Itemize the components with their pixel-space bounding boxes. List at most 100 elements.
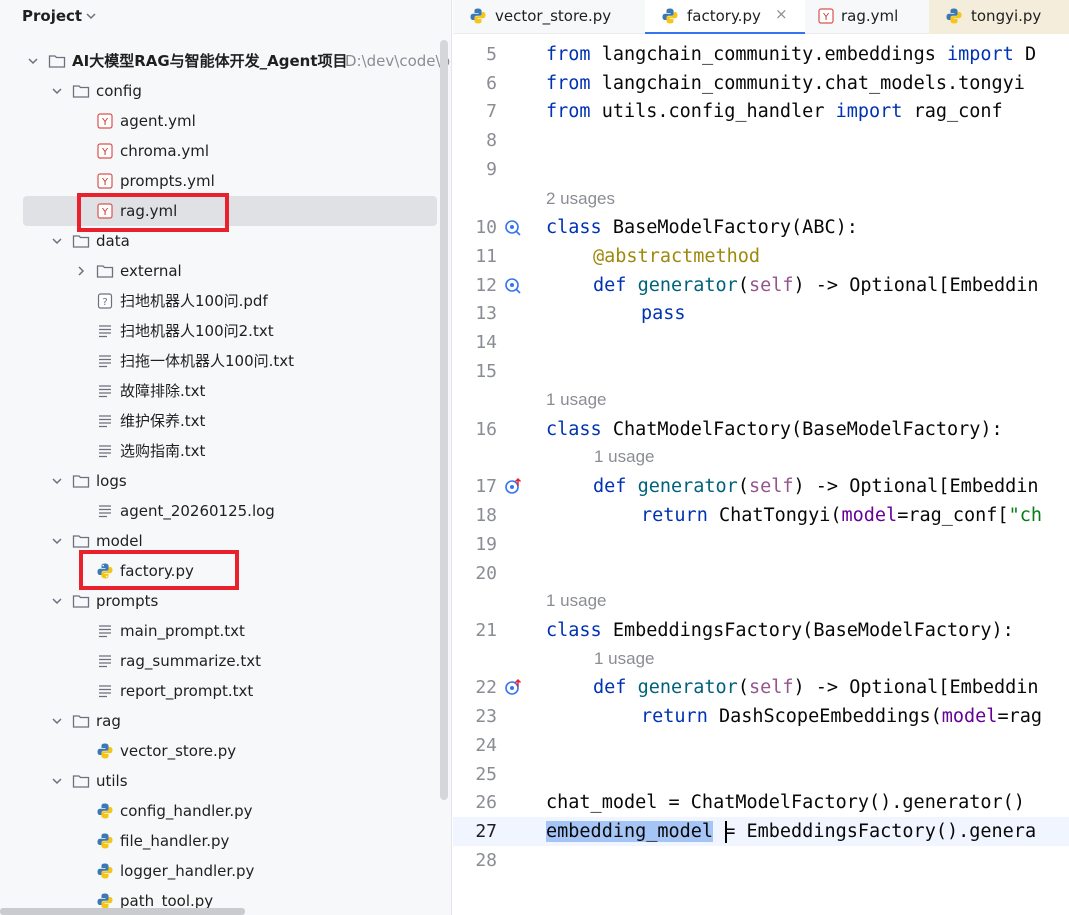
tree-item-prompts-yml[interactable]: Y prompts.yml bbox=[0, 166, 440, 196]
line-number: 17 bbox=[475, 476, 497, 497]
line-number: 12 bbox=[475, 275, 497, 296]
tree-item-model[interactable]: model bbox=[0, 526, 440, 556]
usages-hint[interactable]: 1 usage bbox=[594, 445, 655, 469]
code-line: def generator(self) -> Optional[Embeddin bbox=[593, 673, 1039, 702]
implemented-method-icon[interactable] bbox=[503, 218, 523, 238]
line-number: 20 bbox=[475, 563, 497, 584]
folder-icon bbox=[96, 265, 114, 278]
code-token: ChatTongyi( bbox=[707, 505, 842, 526]
chevron-down-icon[interactable] bbox=[51, 595, 63, 607]
chevron-down-icon[interactable] bbox=[51, 85, 63, 97]
tree-item-root[interactable]: AI大模型RAG与智能体开发_Agent项目 D:\dev\code\p bbox=[0, 46, 450, 76]
line-number-gutter[interactable]: 5 6 7 8 9 10 11 12 13 14 15 16 17 18 19 … bbox=[453, 40, 543, 915]
tree-item-utils[interactable]: utils bbox=[0, 766, 440, 796]
text-file-icon bbox=[99, 355, 111, 368]
chevron-down-icon[interactable] bbox=[51, 535, 63, 547]
tree-item-chroma-yml[interactable]: Y chroma.yml bbox=[0, 136, 440, 166]
usages-hint[interactable]: 1 usage bbox=[546, 388, 607, 412]
usages-hint[interactable]: 2 usages bbox=[546, 187, 615, 211]
usages-hint[interactable]: 1 usage bbox=[594, 647, 655, 671]
tree-item-txt[interactable]: 维护保养.txt bbox=[0, 406, 440, 436]
tree-item-file-handler[interactable]: file_handler.py bbox=[0, 826, 440, 856]
chevron-down-icon[interactable] bbox=[51, 775, 63, 787]
tab-label: vector_store.py bbox=[495, 7, 612, 25]
chevron-down-icon[interactable] bbox=[51, 235, 63, 247]
chevron-down-icon[interactable] bbox=[51, 475, 63, 487]
keyword: from bbox=[546, 101, 591, 122]
python-file-icon bbox=[97, 743, 113, 759]
line-number: 26 bbox=[475, 792, 497, 813]
tab-tongyi-py[interactable]: tongyi.py bbox=[929, 0, 1069, 34]
line-number: 15 bbox=[475, 361, 497, 382]
code-line: def generator(self) -> Optional[Embeddin bbox=[593, 472, 1039, 501]
tree-item-pdf[interactable]: ? 扫地机器人100问.pdf bbox=[0, 286, 440, 316]
implemented-method-icon[interactable] bbox=[503, 276, 523, 296]
tab-rag-yml[interactable]: Y rag.yml bbox=[807, 0, 927, 34]
tree-item-rag-summarize[interactable]: rag_summarize.txt bbox=[0, 646, 440, 676]
project-vertical-scrollbar[interactable] bbox=[440, 40, 448, 800]
root-folder-label: AI大模型RAG与智能体开发_Agent项目 bbox=[72, 52, 348, 70]
keyword: from bbox=[546, 73, 591, 94]
folder-label: utils bbox=[96, 772, 128, 790]
tree-item-vector-store[interactable]: vector_store.py bbox=[0, 736, 440, 766]
line-number: 10 bbox=[475, 217, 497, 238]
code-token: BaseModelFactory(ABC): bbox=[601, 217, 858, 238]
tree-item-log-file[interactable]: agent_20260125.log bbox=[0, 496, 440, 526]
tree-item-config-handler[interactable]: config_handler.py bbox=[0, 796, 440, 826]
code-area[interactable]: from langchain_community.embeddings impo… bbox=[546, 40, 1069, 915]
tree-item-txt[interactable]: 扫地机器人100问2.txt bbox=[0, 316, 440, 346]
text-file-icon bbox=[99, 415, 111, 428]
close-icon[interactable]: × bbox=[775, 5, 788, 23]
tree-item-report-prompt[interactable]: report_prompt.txt bbox=[0, 676, 440, 706]
code-line-current: embedding_model = EmbeddingsFactory().ge… bbox=[546, 817, 1036, 846]
file-label: 扫地机器人100问2.txt bbox=[120, 322, 274, 340]
keyword: import bbox=[835, 101, 903, 122]
folder-icon bbox=[72, 535, 90, 548]
tree-item-txt[interactable]: 故障排除.txt bbox=[0, 376, 440, 406]
folder-label: rag bbox=[96, 712, 121, 730]
tree-item-main-prompt[interactable]: main_prompt.txt bbox=[0, 616, 440, 646]
text-file-icon bbox=[99, 625, 111, 638]
override-method-icon[interactable] bbox=[503, 678, 523, 698]
selected-text[interactable]: embedding_model bbox=[546, 821, 714, 842]
tab-vector-store-py[interactable]: vector_store.py bbox=[453, 0, 643, 34]
code-line: return DashScopeEmbeddings(model=rag bbox=[641, 702, 1042, 731]
chevron-down-icon[interactable] bbox=[51, 715, 63, 727]
tree-item-txt[interactable]: 扫拖一体机器人100问.txt bbox=[0, 346, 440, 376]
tree-item-logs[interactable]: logs bbox=[0, 466, 440, 496]
keyword: import bbox=[946, 44, 1014, 65]
project-horizontal-scrollbar[interactable] bbox=[0, 908, 245, 915]
keyword: return bbox=[641, 706, 708, 727]
project-panel-title[interactable]: Project bbox=[22, 7, 82, 25]
tree-item-logger-handler[interactable]: logger_handler.py bbox=[0, 856, 440, 886]
code-token: langchain_community.chat_models.tongyi bbox=[590, 73, 1025, 94]
code-line: def generator(self) -> Optional[Embeddin bbox=[593, 271, 1039, 300]
tree-item-external[interactable]: external bbox=[0, 256, 440, 286]
tab-factory-py[interactable]: factory.py × bbox=[645, 0, 805, 34]
tree-item-agent-yml[interactable]: Y agent.yml bbox=[0, 106, 440, 136]
tree-item-factory-py[interactable]: factory.py bbox=[0, 556, 440, 586]
tree-item-prompts[interactable]: prompts bbox=[0, 586, 440, 616]
python-file-icon bbox=[946, 8, 962, 24]
chevron-down-icon[interactable] bbox=[84, 9, 98, 23]
tree-item-txt[interactable]: 选购指南.txt bbox=[0, 436, 440, 466]
tree-item-rag-yml[interactable]: Y rag.yml bbox=[23, 196, 437, 226]
tree-item-config[interactable]: config bbox=[0, 76, 440, 106]
file-label: rag_summarize.txt bbox=[120, 652, 261, 670]
yaml-file-icon: Y bbox=[97, 203, 113, 219]
self-param: self bbox=[748, 476, 794, 497]
code-token: ) -> Optional[Embeddin bbox=[793, 275, 1039, 296]
python-file-icon bbox=[662, 8, 678, 24]
override-method-icon[interactable] bbox=[503, 477, 523, 497]
chevron-down-icon[interactable] bbox=[27, 55, 39, 67]
yaml-file-icon: Y bbox=[97, 143, 113, 159]
file-label: main_prompt.txt bbox=[120, 622, 245, 640]
code-token: chat_model = ChatModelFactory().generato… bbox=[546, 792, 1025, 813]
line-number: 6 bbox=[486, 73, 497, 94]
usages-hint[interactable]: 1 usage bbox=[546, 589, 607, 613]
tree-item-rag[interactable]: rag bbox=[0, 706, 440, 736]
folder-label: model bbox=[96, 532, 143, 550]
keyword: def bbox=[593, 476, 627, 497]
chevron-right-icon[interactable] bbox=[75, 265, 87, 277]
tree-item-data[interactable]: data bbox=[0, 226, 440, 256]
